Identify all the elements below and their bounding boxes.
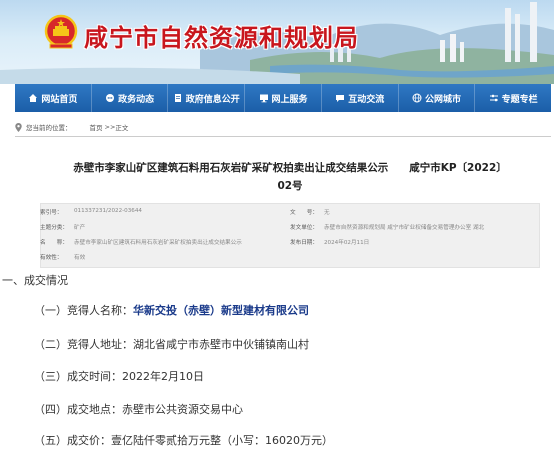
meta-label: 索引号： <box>40 210 63 216</box>
paragraph-value: 赤壁市公共资源交易中心 <box>122 403 243 416</box>
meta-label: 名 称： <box>40 240 68 246</box>
meta-row: 名 称： 赤壁市李家山矿区建筑石料用石灰岩矿采矿权拍卖出让成交结果公示 发布日期… <box>40 238 540 251</box>
divider <box>15 136 551 137</box>
paragraph-value: 华新交投（赤壁）新型建材有限公司 <box>133 304 309 317</box>
paragraph-label: （三）成交时间： <box>34 370 122 383</box>
breadcrumb-separator: >> <box>104 123 116 131</box>
meta-value: 2024年02月11日 <box>324 240 370 246</box>
site-title: 咸宁市自然资源和规划局 <box>84 26 359 52</box>
nav-item-news[interactable]: 政务动态 <box>92 84 169 112</box>
nav-item-home[interactable]: 网站首页 <box>15 84 92 112</box>
location-pin-icon <box>15 122 22 132</box>
nav-item-disclosure[interactable]: 政府信息公开 <box>168 84 246 112</box>
nav-item-label: 专题专栏 <box>501 94 538 105</box>
paragraph: （三）成交时间：2022年2月10日 <box>34 368 204 384</box>
meta-row: 主题分类： 矿产 发文单位： 赤壁市自然资源和规划局 咸宁市矿业权储备交易管理办… <box>40 223 540 236</box>
paragraph-label: （二）竞得人地址： <box>34 338 133 351</box>
paragraph-label: （一）竞得人名称： <box>34 304 133 317</box>
section-heading: 一、成交情况 <box>2 274 68 287</box>
breadcrumb-prefix: 您当前的位置： <box>26 124 72 132</box>
nav-item-label: 政府信息公开 <box>185 94 240 105</box>
paragraph-value: 壹亿陆仟零贰拾万元整（小写：16020万元） <box>111 434 333 447</box>
paragraph: （二）竞得人地址：湖北省咸宁市赤壁市中伙铺镇南山村 <box>34 336 309 352</box>
header-banner: 咸宁市自然资源和规划局 <box>0 0 554 84</box>
nav-item-label: 政务动态 <box>118 94 155 105</box>
globe-icon <box>412 93 422 103</box>
meta-row: 索引号： 011337231/2022-03644 文 号： 无 <box>40 208 540 221</box>
paragraph: （一）竞得人名称：华新交投（赤壁）新型建材有限公司 <box>34 302 309 318</box>
paragraph: （四）成交地点：赤壁市公共资源交易中心 <box>34 401 243 417</box>
paragraph: （五）成交价：壹亿陆仟零贰拾万元整（小写：16020万元） <box>34 432 333 448</box>
meta-value: 赤壁市自然资源和规划局 咸宁市矿业权储备交易管理办公室 湖北 <box>324 225 485 231</box>
main-nav: 网站首页 政务动态 政府信息公开 网上服务 互动交流 公网城市 专题专栏 <box>15 84 551 112</box>
paragraph-value: 2022年2月10日 <box>122 370 204 383</box>
meta-label: 主题分类： <box>40 225 68 231</box>
meta-value: 无 <box>324 210 330 216</box>
article-meta-box: 索引号： 011337231/2022-03644 文 号： 无 主题分类： 矿… <box>40 203 540 268</box>
nav-item-city[interactable]: 公网城市 <box>399 84 476 112</box>
article-title: 赤壁市李家山矿区建筑石料用石灰岩矿采矿权拍卖出让成交结果公示 咸宁市KP〔202… <box>40 159 540 195</box>
document-icon <box>174 94 181 102</box>
nav-item-interaction[interactable]: 互动交流 <box>322 84 399 112</box>
paragraph-value: 湖北省咸宁市赤壁市中伙铺镇南山村 <box>133 338 309 351</box>
chat-icon <box>106 94 115 102</box>
nav-item-services[interactable]: 网上服务 <box>245 84 322 112</box>
speech-icon <box>336 95 345 102</box>
meta-value: 011337231/2022-03644 <box>74 208 142 214</box>
nav-item-label: 网站首页 <box>41 94 78 105</box>
nav-item-label: 互动交流 <box>348 94 385 105</box>
paragraph-label: （四）成交地点： <box>34 403 122 416</box>
breadcrumb: 您当前的位置： 首页 >> 正文 <box>15 120 551 134</box>
meta-label: 有效性： <box>40 255 63 261</box>
monitor-icon <box>259 94 268 103</box>
national-emblem-icon <box>44 14 78 49</box>
breadcrumb-current: 正文 <box>115 124 129 132</box>
paragraph-label: （五）成交价： <box>34 434 111 447</box>
article-title-line: 02号 <box>277 180 303 192</box>
sliders-icon <box>489 94 498 102</box>
meta-value: 赤壁市李家山矿区建筑石料用石灰岩矿采矿权拍卖出让成交结果公示 <box>74 240 242 246</box>
nav-item-label: 网上服务 <box>271 94 308 105</box>
meta-value: 有效 <box>74 255 86 261</box>
meta-row: 有效性： 有效 <box>40 253 540 266</box>
article-title-line: 赤壁市李家山矿区建筑石料用石灰岩矿采矿权拍卖出让成交结果公示 咸宁市KP〔202… <box>73 162 507 174</box>
meta-value: 矿产 <box>74 225 86 231</box>
nav-item-topics[interactable]: 专题专栏 <box>475 84 551 112</box>
nav-item-label: 公网城市 <box>424 94 461 105</box>
home-icon <box>29 94 38 102</box>
breadcrumb-home-link[interactable]: 首页 <box>90 122 103 132</box>
